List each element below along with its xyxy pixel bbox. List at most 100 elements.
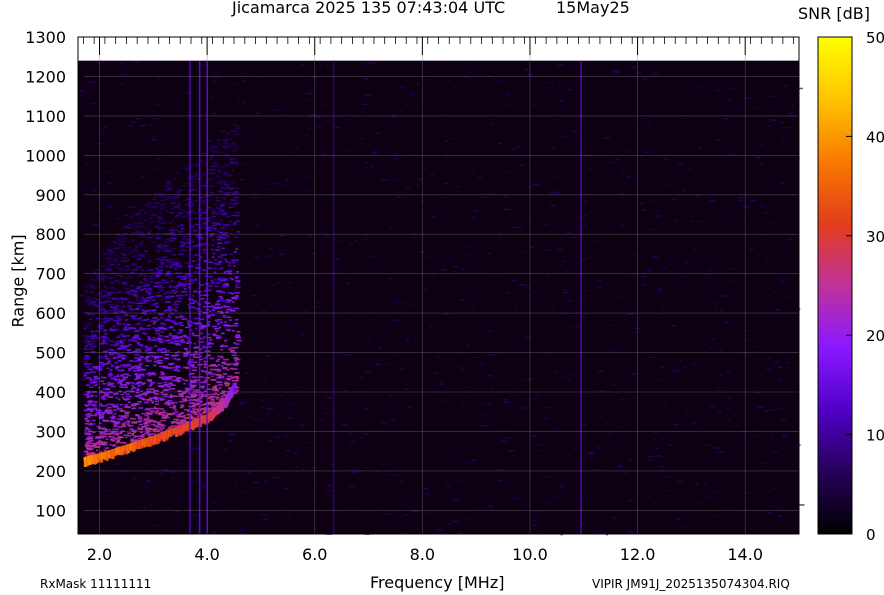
echo-cell [173,401,178,404]
echo-cell [126,335,130,337]
noise-cell [725,122,730,124]
noise-cell [565,311,570,313]
noise-cell [781,137,787,139]
noise-cell [390,236,395,238]
noise-cell [140,323,146,325]
noise-cell [465,386,469,389]
y-tick-label: 300 [35,422,66,441]
noise-cell [316,125,322,128]
echo-cell [174,342,179,345]
noise-cell [314,306,321,308]
echo-cell [216,238,222,241]
noise-cell [182,165,186,168]
noise-cell [456,480,460,483]
echo-cell [155,410,160,412]
echo-cell [129,315,133,317]
noise-cell [545,249,552,251]
noise-cell [755,156,762,159]
echo-cell [127,374,132,377]
echo-cell [159,208,164,210]
noise-cell [373,292,377,295]
echo-cell [149,388,155,390]
noise-cell [724,118,728,120]
echo-cell [211,249,217,251]
echo-cell [168,222,173,224]
noise-cell [344,469,347,471]
noise-cell [289,403,297,405]
echo-cell [95,293,100,296]
noise-cell [301,64,305,66]
echo-cell [90,343,95,345]
noise-cell [135,299,140,301]
echo-cell [122,335,127,337]
noise-cell [418,178,423,180]
echo-cell [93,375,98,378]
echo-cell [229,253,233,256]
echo-cell [135,228,139,231]
noise-cell [214,71,219,74]
echo-cell [157,227,164,230]
echo-cell [219,235,223,238]
echo-cell [203,336,206,338]
echo-cell [141,434,145,436]
echo-cell [161,323,167,326]
noise-cell [583,215,587,217]
noise-cell [165,459,169,462]
noise-cell [82,453,86,456]
echo-cell [171,226,174,229]
noise-cell [82,239,87,241]
echo-cell [139,362,144,365]
noise-cell [139,124,147,127]
echo-cell [87,428,91,431]
noise-cell [281,210,287,213]
echo-cell [233,124,238,127]
echo-cell [173,292,177,294]
noise-cell [276,460,280,463]
noise-cell [659,465,665,468]
noise-cell [439,172,445,175]
noise-cell [695,86,702,88]
noise-cell [341,424,349,426]
echo-cell [120,354,127,357]
echo-cell [149,275,153,277]
noise-cell [687,259,692,262]
echo-cell [144,356,150,359]
noise-cell [646,417,653,419]
echo-cell [144,212,149,214]
echo-cell [148,221,154,223]
noise-cell [737,199,743,202]
noise-cell [125,274,132,276]
echo-cell [132,213,135,215]
echo-cell [174,323,179,325]
echo-cell [160,419,164,422]
noise-cell [768,357,771,359]
noise-cell [499,479,504,482]
echo-cell [221,182,228,185]
noise-cell [465,245,473,248]
echo-cell [222,324,227,326]
echo-cell [143,278,147,280]
noise-cell [257,419,260,422]
echo-cell [225,301,231,303]
echo-cell [135,348,142,351]
ionogram-figure: 2.0 4.0 6.0 8.0 10.0 12.0 14.01002003004005006… [25,28,884,564]
noise-cell [654,387,661,389]
echo-cell [173,357,177,360]
echo-cell [88,363,93,365]
echo-cell [109,277,113,279]
noise-cell [732,460,739,463]
echo-cell [89,313,96,316]
echo-cell [119,260,126,263]
noise-cell [263,521,268,523]
noise-cell [462,401,466,404]
echo-cell [181,339,185,341]
noise-cell [420,234,426,236]
y-tick-label: 200 [35,462,66,481]
echo-cell [106,292,111,294]
echo-cell [84,429,88,431]
echo-cell [220,267,224,269]
echo-cell [183,285,186,287]
echo-cell [104,268,108,271]
echo-cell [106,320,111,322]
noise-cell [672,282,675,284]
